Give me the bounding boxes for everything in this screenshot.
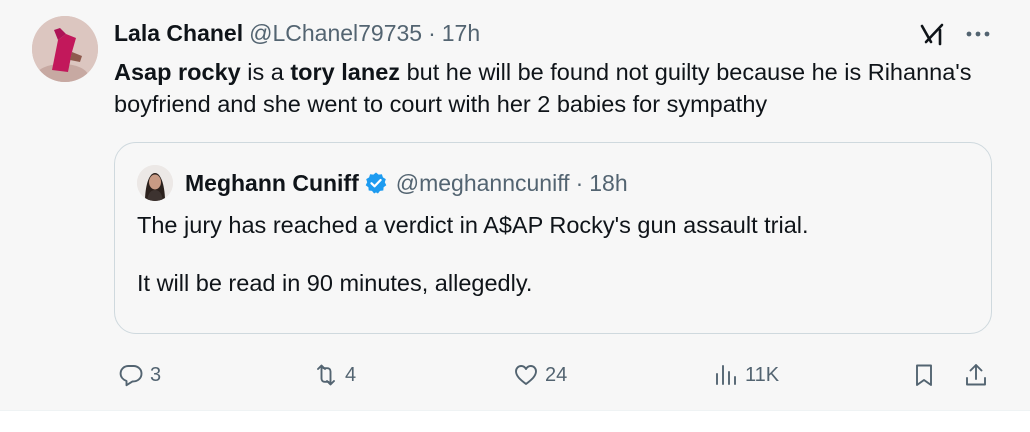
reply-button[interactable]: 3: [117, 360, 161, 390]
avatar-image: [32, 16, 98, 82]
quoted-tweet-header: Meghann Cuniff @meghanncuniff · 18h: [185, 168, 628, 198]
quoted-paragraph-2: It will be read in 90 minutes, allegedly…: [137, 270, 533, 296]
repost-button[interactable]: 4: [312, 360, 356, 390]
quoted-author-avatar[interactable]: [137, 165, 173, 201]
quoted-paragraph-1: The jury has reached a verdict in A$AP R…: [137, 212, 809, 238]
more-icon[interactable]: [963, 22, 993, 46]
tweet-timestamp[interactable]: 17h: [442, 20, 480, 47]
author-avatar[interactable]: [32, 16, 98, 82]
tweet-text: Asap rocky is a tory lanez but he will b…: [114, 56, 1004, 120]
grok-icon[interactable]: [918, 20, 946, 48]
tweet[interactable]: Lala Chanel @LChanel79735 · 17h Asap roc…: [0, 0, 1030, 410]
repost-count: 4: [345, 363, 357, 386]
views-count: 11K: [745, 363, 780, 386]
tweet-text-bold-2: tory lanez: [290, 59, 401, 85]
tweet-text-bold-1: Asap rocky: [114, 59, 241, 85]
quoted-author-handle[interactable]: @meghanncuniff: [396, 170, 570, 197]
bookmark-icon: [916, 364, 932, 386]
author-name[interactable]: Lala Chanel: [114, 20, 243, 47]
quoted-tweet[interactable]: Meghann Cuniff @meghanncuniff · 18h The …: [114, 142, 992, 334]
quoted-separator-dot: ·: [575, 169, 584, 196]
next-item-edge: [0, 410, 1030, 432]
views-icon: [716, 365, 736, 385]
repost-icon: [317, 364, 335, 386]
quoted-tweet-timestamp[interactable]: 18h: [589, 170, 627, 197]
views-button[interactable]: 11K: [712, 360, 779, 390]
like-count: 24: [545, 363, 568, 386]
verified-badge-icon[interactable]: [364, 171, 388, 195]
quoted-author-name[interactable]: Meghann Cuniff: [185, 170, 359, 197]
bookmark-button[interactable]: [910, 360, 938, 390]
separator-dot: ·: [428, 19, 436, 46]
like-button[interactable]: 24: [512, 360, 567, 390]
quoted-avatar-image: [137, 165, 173, 201]
share-button[interactable]: [962, 360, 990, 390]
tweet-text-part-1: is a: [240, 59, 291, 85]
like-icon: [515, 365, 537, 385]
quoted-tweet-text: The jury has reached a verdict in A$AP R…: [137, 209, 977, 299]
reply-icon: [119, 365, 143, 387]
share-icon: [966, 364, 986, 386]
tweet-header: Lala Chanel @LChanel79735 · 17h: [114, 18, 480, 48]
author-handle[interactable]: @LChanel79735: [249, 20, 422, 47]
reply-count: 3: [150, 363, 162, 386]
